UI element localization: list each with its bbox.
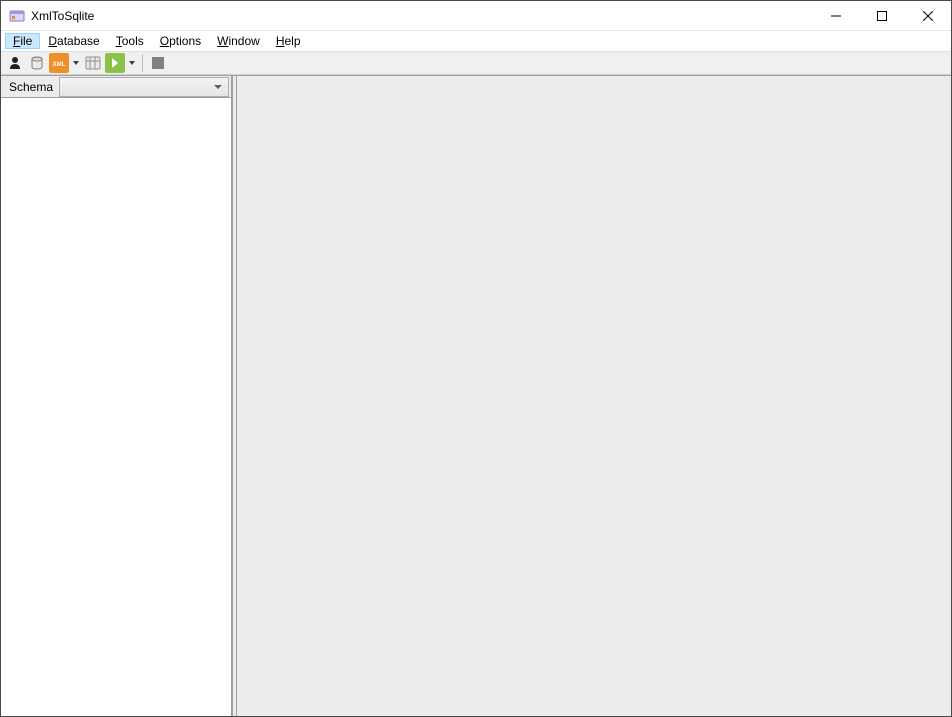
schema-panel: Schema xyxy=(1,76,233,716)
chevron-down-icon xyxy=(129,61,135,65)
sql-button[interactable] xyxy=(83,53,103,73)
stop-button[interactable] xyxy=(148,53,168,73)
user-icon xyxy=(7,55,23,71)
main-panel xyxy=(237,76,951,716)
svg-text:XML: XML xyxy=(53,62,66,68)
xml-icon: XML xyxy=(51,55,67,71)
menu-database[interactable]: Database xyxy=(40,33,107,49)
sql-icon xyxy=(85,55,101,71)
schema-combobox[interactable] xyxy=(59,77,229,97)
open-db-button[interactable] xyxy=(27,53,47,73)
xml-dropdown[interactable] xyxy=(71,61,81,65)
toolbar-separator xyxy=(142,54,143,72)
export-icon xyxy=(107,55,123,71)
user-button[interactable] xyxy=(5,53,25,73)
toolbar: XML xyxy=(1,51,951,75)
menu-file[interactable]: File xyxy=(5,33,40,49)
minimize-button[interactable] xyxy=(813,1,859,31)
menu-help[interactable]: Help xyxy=(268,33,309,49)
menubar: File Database Tools Options Window Help xyxy=(1,31,951,51)
close-button[interactable] xyxy=(905,1,951,31)
maximize-button[interactable] xyxy=(859,1,905,31)
stop-icon xyxy=(150,55,166,71)
xml-button[interactable]: XML xyxy=(49,53,69,73)
schema-header: Schema xyxy=(1,76,231,98)
chevron-down-icon xyxy=(73,61,79,65)
titlebar: XmlToSqlite xyxy=(1,1,951,31)
app-window: XmlToSqlite File Database Tools Options … xyxy=(0,0,952,717)
menu-window[interactable]: Window xyxy=(209,33,268,49)
export-button[interactable] xyxy=(105,53,125,73)
export-dropdown[interactable] xyxy=(127,61,137,65)
window-title: XmlToSqlite xyxy=(31,9,94,23)
schema-tree[interactable] xyxy=(1,98,231,716)
open-db-icon xyxy=(29,55,45,71)
schema-label: Schema xyxy=(1,80,59,94)
app-icon xyxy=(9,8,25,24)
content-area: Schema xyxy=(1,75,951,716)
menu-tools[interactable]: Tools xyxy=(108,33,152,49)
menu-options[interactable]: Options xyxy=(152,33,209,49)
